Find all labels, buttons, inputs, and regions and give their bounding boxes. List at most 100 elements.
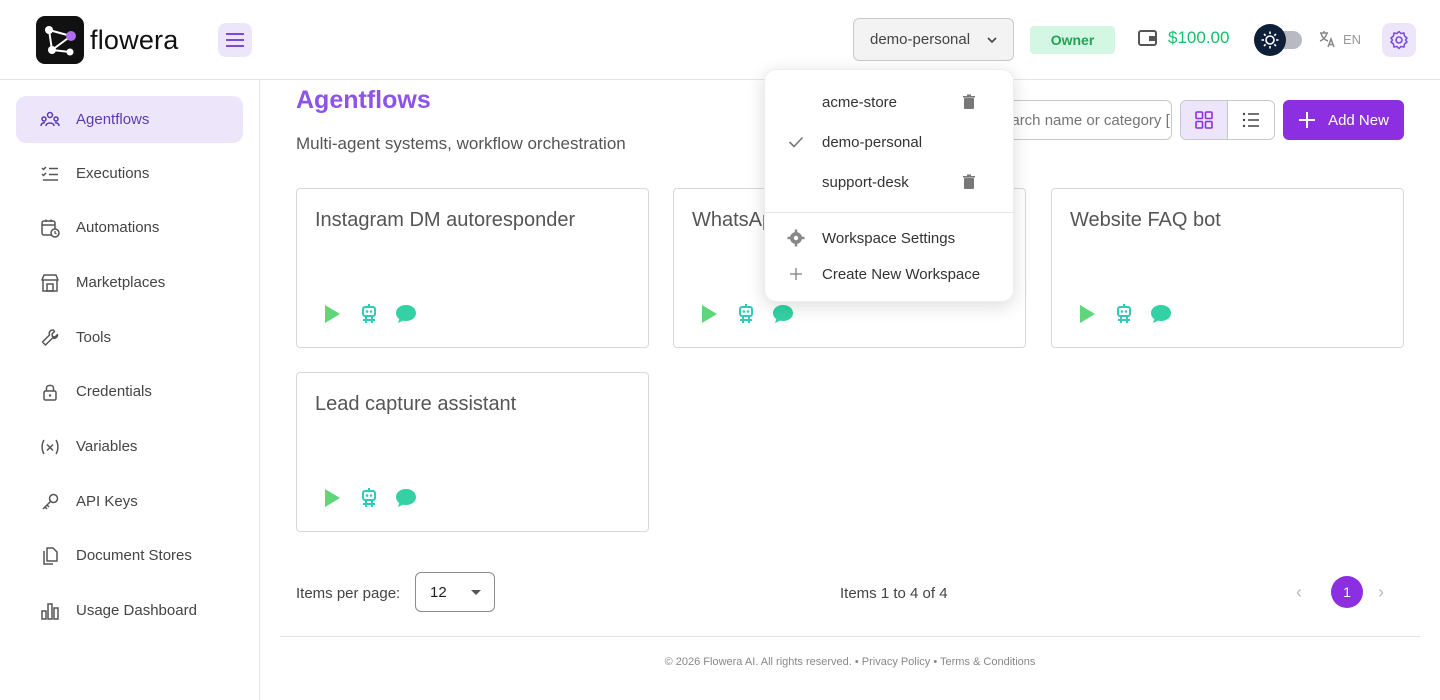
theme-toggle-knob xyxy=(1254,24,1286,56)
grid-view-button[interactable] xyxy=(1181,101,1228,139)
chat-icon xyxy=(1150,303,1172,325)
card-title: Instagram DM autoresponder xyxy=(315,209,576,231)
sidebar-item-label: Agentflows xyxy=(76,111,150,128)
workspace-option-support-desk[interactable]: support-desk xyxy=(765,164,1015,200)
workspace-option-acme-store[interactable]: acme-store xyxy=(765,84,1015,120)
users-icon xyxy=(40,111,60,126)
card-title: Lead capture assistant xyxy=(315,393,517,415)
page-button-current[interactable]: 1 xyxy=(1331,576,1363,608)
chevron-right-icon[interactable]: › xyxy=(1378,582,1384,603)
robot-icon xyxy=(1113,303,1135,325)
play-icon xyxy=(1076,303,1098,325)
card-node-icons xyxy=(321,303,432,325)
gear-icon xyxy=(1390,30,1408,50)
workspace-option-label: acme-store xyxy=(822,93,898,111)
items-per-page-label: Items per page: xyxy=(296,585,401,602)
calendar-clock-icon xyxy=(41,219,60,238)
sidebar-item-variables[interactable]: Variables xyxy=(16,423,243,470)
wallet-amount: $100.00 xyxy=(1168,28,1230,47)
sidebar-item-executions[interactable]: Executions xyxy=(16,150,243,197)
role-badge: Owner xyxy=(1030,26,1115,54)
list-icon xyxy=(1242,112,1259,128)
play-icon xyxy=(321,487,343,509)
gear-icon xyxy=(787,229,805,247)
plus-icon xyxy=(1299,112,1316,128)
workspace-option-demo-personal[interactable]: demo-personal xyxy=(765,124,1015,160)
sidebar-item-usage-dashboard[interactable]: Usage Dashboard xyxy=(16,587,243,634)
robot-icon xyxy=(358,303,380,325)
store-icon xyxy=(41,273,59,292)
theme-toggle[interactable] xyxy=(1254,24,1302,56)
settings-button[interactable] xyxy=(1382,23,1416,57)
card-title: Website FAQ bot xyxy=(1070,209,1221,231)
workspace-option-label: demo-personal xyxy=(822,133,923,151)
menu-item-label: Create New Workspace xyxy=(822,265,981,283)
page-subtitle: Multi-agent systems, workflow orchestrat… xyxy=(296,134,626,153)
add-new-label: Add New xyxy=(1328,111,1389,129)
sidebar-item-document-stores[interactable]: Document Stores xyxy=(16,532,243,579)
sidebar-item-api-keys[interactable]: API Keys xyxy=(16,478,243,525)
app-name: flowera xyxy=(90,24,179,55)
sidebar-item-label: Usage Dashboard xyxy=(76,602,197,619)
workspace-settings-menu-item[interactable]: Workspace Settings xyxy=(765,220,1015,256)
sidebar-item-marketplaces[interactable]: Marketplaces xyxy=(16,259,243,306)
sidebar-item-label: Variables xyxy=(76,438,138,455)
view-toggle xyxy=(1180,100,1275,140)
chat-icon xyxy=(772,303,794,325)
card-node-icons xyxy=(1076,303,1187,325)
chat-icon xyxy=(395,303,417,325)
app-logo[interactable]: flowera xyxy=(36,16,178,64)
card-node-icons xyxy=(698,303,809,325)
wallet-balance[interactable]: $100.00 xyxy=(1138,28,1229,48)
agentflow-card[interactable]: Instagram DM autoresponder xyxy=(296,188,649,348)
sidebar-item-automations[interactable]: Automations xyxy=(16,204,243,251)
files-icon xyxy=(43,546,58,565)
items-per-page-value: 12 xyxy=(430,583,447,601)
robot-icon xyxy=(358,487,380,509)
play-icon xyxy=(698,303,720,325)
sidebar-item-label: Credentials xyxy=(76,383,152,400)
sidebar-item-label: Document Stores xyxy=(76,547,192,564)
sidebar-item-agentflows[interactable]: Agentflows xyxy=(16,96,243,143)
trash-icon[interactable] xyxy=(961,174,977,190)
robot-icon xyxy=(735,303,757,325)
trash-icon[interactable] xyxy=(961,94,977,110)
language-selector[interactable]: EN xyxy=(1318,30,1361,48)
wallet-icon xyxy=(1138,30,1157,46)
list-view-button[interactable] xyxy=(1228,101,1275,139)
create-workspace-menu-item[interactable]: Create New Workspace xyxy=(765,256,1015,292)
agentflow-card[interactable]: Lead capture assistant xyxy=(296,372,649,532)
sidebar-item-label: Executions xyxy=(76,165,150,182)
sidebar-item-label: API Keys xyxy=(76,493,138,510)
agentflow-card[interactable]: Website FAQ bot xyxy=(1051,188,1404,348)
caret-down-icon xyxy=(471,590,481,595)
items-per-page-select[interactable]: 12 xyxy=(415,572,495,612)
workspace-selector-label: demo-personal xyxy=(870,31,971,48)
hamburger-icon xyxy=(226,33,244,47)
sidebar-item-label: Tools xyxy=(76,329,112,346)
lock-icon xyxy=(43,384,57,401)
chevron-left-icon[interactable]: ‹ xyxy=(1296,582,1302,603)
items-summary: Items 1 to 4 of 4 xyxy=(840,585,948,602)
sidebar: Agentflows Executions Automations Market… xyxy=(0,80,260,700)
flowera-logo-icon xyxy=(36,16,84,64)
menu-toggle-button[interactable] xyxy=(218,23,252,57)
sidebar-item-label: Marketplaces xyxy=(76,274,166,291)
translate-icon xyxy=(1319,31,1335,48)
sidebar-item-label: Automations xyxy=(76,219,160,236)
check-icon xyxy=(788,136,804,148)
card-node-icons xyxy=(321,487,432,509)
play-icon xyxy=(321,303,343,325)
workspace-selector[interactable]: demo-personal xyxy=(853,18,1014,61)
sidebar-item-credentials[interactable]: Credentials xyxy=(16,368,243,415)
page-title: Agentflows xyxy=(296,86,431,114)
sidebar-item-tools[interactable]: Tools xyxy=(16,314,243,361)
key-icon xyxy=(42,493,59,510)
language-code: EN xyxy=(1343,31,1362,47)
top-header: flowera demo-personal Owner $100.00 EN xyxy=(0,0,1440,80)
grid-icon xyxy=(1194,111,1213,129)
workspace-option-label: support-desk xyxy=(822,173,909,191)
footer-divider xyxy=(280,636,1420,637)
add-new-button[interactable]: Add New xyxy=(1283,100,1404,140)
plus-icon xyxy=(790,268,802,280)
